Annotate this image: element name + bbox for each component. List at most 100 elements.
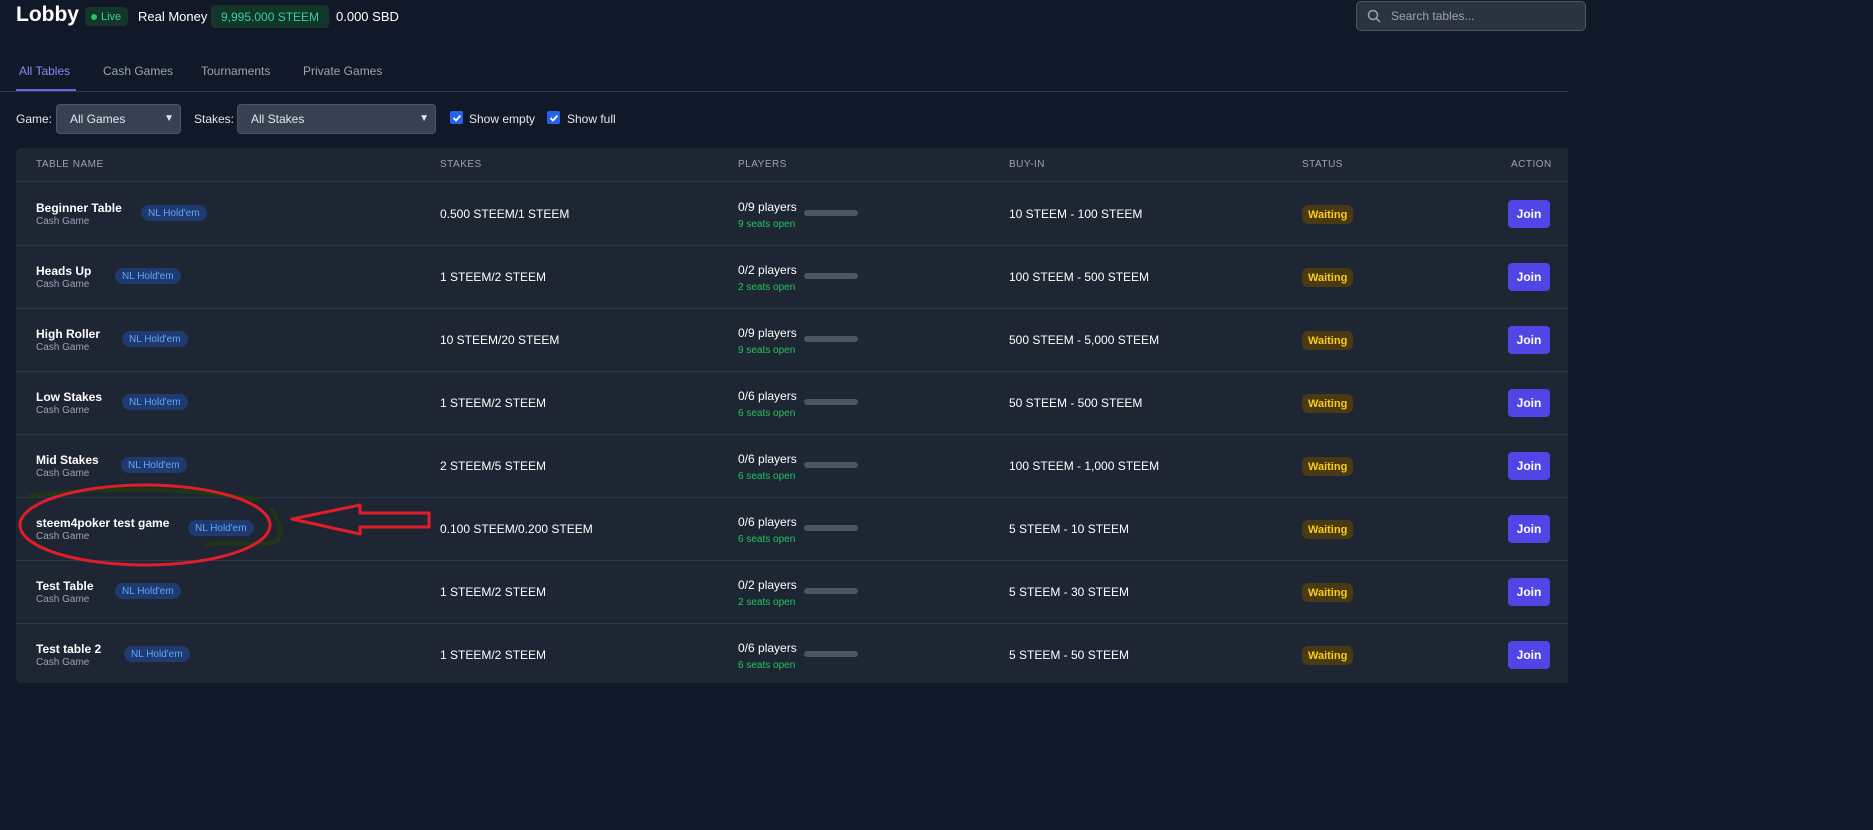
join-button[interactable]: Join: [1508, 263, 1550, 291]
table-type: Cash Game: [36, 279, 90, 290]
search-input[interactable]: [1389, 8, 1563, 24]
players-progress-bar: [804, 651, 858, 657]
filter-bar: Game: All Games ▼ Stakes: All Stakes ▼ S…: [16, 104, 1556, 134]
seats-open: 6 seats open: [738, 660, 796, 671]
live-label: Live: [101, 10, 122, 23]
table-type: Cash Game: [36, 216, 90, 227]
game-type-badge: NL Hold'em: [141, 205, 207, 221]
player-count: 0/6 players: [738, 452, 797, 466]
table-stakes: 1 STEEM/2 STEEM: [440, 396, 547, 410]
join-button[interactable]: Join: [1508, 578, 1550, 606]
tab-tournaments[interactable]: Tournaments: [201, 64, 270, 78]
seats-open: 2 seats open: [738, 597, 796, 608]
buy-in-range: 50 STEEM - 500 STEEM: [1009, 396, 1143, 410]
table-name: Heads Up: [36, 264, 92, 278]
players-progress-bar: [804, 525, 858, 531]
active-tab-indicator: [16, 89, 76, 91]
table-row: High Roller Cash Game NL Hold'em 10 STEEM/2…: [16, 308, 1568, 372]
join-button[interactable]: Join: [1508, 641, 1550, 669]
buy-in-range: 5 STEEM - 30 STEEM: [1009, 585, 1130, 599]
game-type-badge: NL Hold'em: [122, 394, 188, 410]
buy-in-range: 500 STEEM - 5,000 STEEM: [1009, 333, 1160, 347]
chevron-down-icon: ▼: [419, 113, 429, 124]
player-count: 0/9 players: [738, 200, 797, 214]
tab-all-tables[interactable]: All Tables: [19, 64, 70, 78]
table-row: Mid Stakes Cash Game NL Hold'em 2 STEEM/5 S…: [16, 434, 1568, 498]
table-type: Cash Game: [36, 468, 90, 479]
players-progress-bar: [804, 462, 858, 468]
table-row: Heads Up Cash Game NL Hold'em 1 STEEM/2 STE…: [16, 245, 1568, 309]
table-row: Beginner Table Cash Game NL Hold'em 0.500 S…: [16, 182, 1568, 246]
player-count: 0/6 players: [738, 389, 797, 403]
game-filter-label: Game:: [16, 112, 53, 126]
join-button[interactable]: Join: [1508, 326, 1550, 354]
column-header-stakes: STAKES: [440, 159, 482, 170]
player-count: 0/2 players: [738, 263, 797, 277]
seats-open: 6 seats open: [738, 471, 796, 482]
game-select-value: All Games: [70, 112, 126, 126]
table-name: High Roller: [36, 327, 101, 341]
sbd-balance: 0.000 SBD: [336, 9, 399, 24]
seats-open: 9 seats open: [738, 219, 796, 230]
live-badge: Live: [85, 7, 129, 26]
status-badge: Waiting: [1302, 457, 1354, 476]
search-box[interactable]: [1356, 1, 1586, 31]
table-name: Mid Stakes: [36, 453, 99, 467]
table-name: Beginner Table: [36, 201, 122, 215]
table-row: Test table 2 Cash Game NL Hold'em 1 STEEM/2…: [16, 623, 1568, 686]
check-icon: [549, 114, 558, 122]
show-full-checkbox[interactable]: [547, 111, 560, 124]
live-dot-icon: [91, 13, 97, 20]
column-header-table-name: TABLE NAME: [36, 159, 104, 170]
steem-balance: 9,995.000 STEEM: [211, 5, 330, 28]
status-badge: Waiting: [1302, 205, 1354, 224]
table-row: steem4poker test game Cash Game NL Hold'em…: [16, 497, 1568, 561]
search-icon: [1367, 9, 1381, 23]
player-count: 0/2 players: [738, 578, 797, 592]
game-type-badge: NL Hold'em: [115, 583, 181, 599]
table-type: Cash Game: [36, 405, 90, 416]
tab-bar: All Tables Cash Games Tournaments Privat…: [0, 54, 1568, 92]
game-type-badge: NL Hold'em: [124, 646, 190, 662]
table-name: steem4poker test game: [36, 516, 170, 530]
show-full-label: Show full: [567, 112, 616, 126]
seats-open: 6 seats open: [738, 408, 796, 419]
table-row: Test Table Cash Game NL Hold'em 1 STEEM/2 S…: [16, 560, 1568, 624]
buy-in-range: 100 STEEM - 1,000 STEEM: [1009, 459, 1160, 473]
show-empty-checkbox[interactable]: [450, 111, 463, 124]
table-type: Cash Game: [36, 342, 90, 353]
join-button[interactable]: Join: [1508, 389, 1550, 417]
seats-open: 9 seats open: [738, 345, 796, 356]
status-badge: Waiting: [1302, 646, 1354, 665]
check-icon: [452, 114, 461, 122]
table-name: Test Table: [36, 579, 94, 593]
table-stakes: 1 STEEM/2 STEEM: [440, 648, 547, 662]
tab-cash-games[interactable]: Cash Games: [103, 64, 173, 78]
players-progress-bar: [804, 210, 858, 216]
seats-open: 6 seats open: [738, 534, 796, 545]
table-stakes: 1 STEEM/2 STEEM: [440, 270, 547, 284]
lobby-header: Lobby Live Real Money 9,995.000 STEEM 0.…: [0, 0, 1586, 36]
table-stakes: 10 STEEM/20 STEEM: [440, 333, 560, 347]
tab-private-games[interactable]: Private Games: [303, 64, 382, 78]
stakes-select[interactable]: All Stakes ▼: [237, 104, 436, 134]
table-type: Cash Game: [36, 657, 90, 668]
mode-label: Real Money: [138, 9, 208, 24]
status-badge: Waiting: [1302, 331, 1354, 350]
join-button[interactable]: Join: [1508, 515, 1550, 543]
table-stakes: 0.500 STEEM/1 STEEM: [440, 207, 570, 221]
buy-in-range: 100 STEEM - 500 STEEM: [1009, 270, 1150, 284]
join-button[interactable]: Join: [1508, 200, 1550, 228]
game-select[interactable]: All Games ▼: [56, 104, 181, 134]
buy-in-range: 5 STEEM - 10 STEEM: [1009, 522, 1130, 536]
player-count: 0/6 players: [738, 641, 797, 655]
table-stakes: 0.100 STEEM/0.200 STEEM: [440, 522, 593, 536]
table-row: Low Stakes Cash Game NL Hold'em 1 STEEM/2 S…: [16, 371, 1568, 435]
table-header: TABLE NAME STAKES PLAYERS BUY-IN STATUS …: [16, 148, 1568, 182]
stakes-filter-label: Stakes:: [194, 112, 235, 126]
status-badge: Waiting: [1302, 583, 1354, 602]
players-progress-bar: [804, 336, 858, 342]
column-header-action: ACTION: [1511, 159, 1552, 170]
column-header-buy-in: BUY-IN: [1009, 159, 1045, 170]
join-button[interactable]: Join: [1508, 452, 1550, 480]
